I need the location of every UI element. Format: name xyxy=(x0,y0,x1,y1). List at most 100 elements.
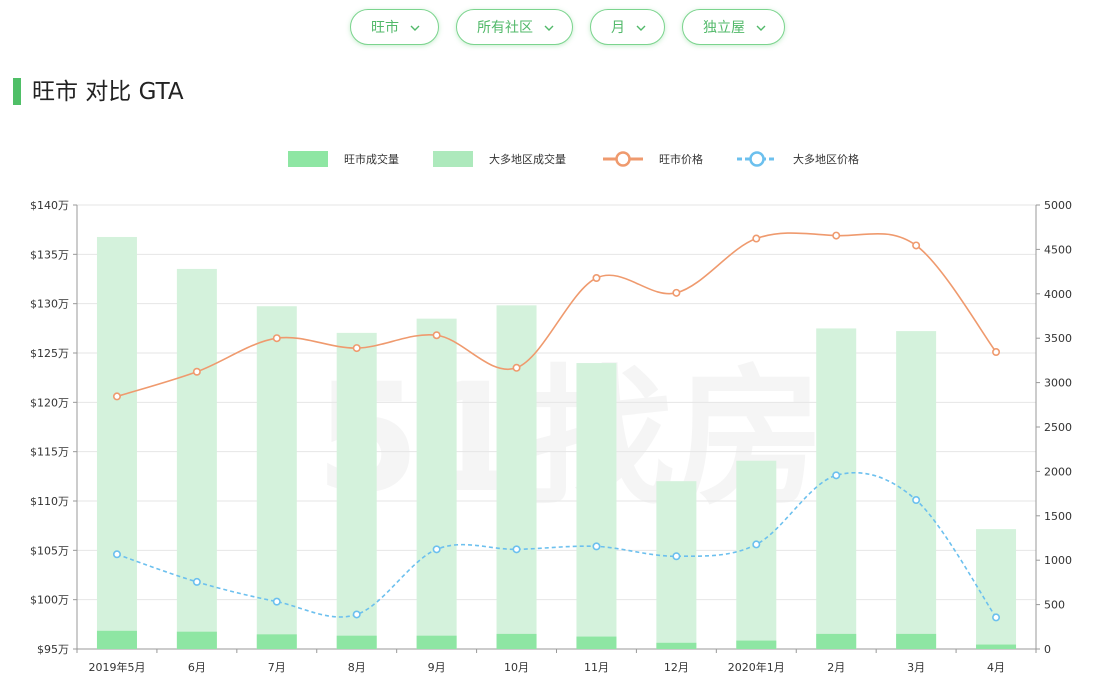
x-tick-label: 11月 xyxy=(584,661,609,674)
x-tick-label: 9月 xyxy=(428,661,446,674)
title-accent-bar xyxy=(13,78,21,105)
bar-local-volume xyxy=(416,635,457,649)
point-local-price xyxy=(352,344,361,353)
city-filter-dropdown[interactable]: 旺市 xyxy=(350,9,439,45)
bar-region-volume xyxy=(576,363,617,649)
bar-local-volume xyxy=(496,633,537,649)
left-tick-label: $110万 xyxy=(30,495,69,508)
legend-marker-region-price xyxy=(749,151,765,167)
point-local-price xyxy=(912,241,921,250)
x-tick-label: 7月 xyxy=(268,661,286,674)
legend-swatch-region-volume xyxy=(433,151,473,167)
community-filter-label: 所有社区 xyxy=(477,20,533,36)
bar-region-volume xyxy=(96,236,137,649)
point-region-price xyxy=(832,471,841,480)
point-local-price xyxy=(512,363,521,372)
x-tick-label: 2020年1月 xyxy=(728,660,785,674)
period-filter-label: 月 xyxy=(611,20,625,36)
left-tick-label: $140万 xyxy=(30,199,69,212)
right-tick-label: 4000 xyxy=(1044,288,1072,301)
chevron-down-icon xyxy=(756,10,766,46)
point-region-price xyxy=(592,542,601,551)
bar-local-volume xyxy=(656,642,697,649)
bar-local-volume xyxy=(816,633,857,649)
right-tick-label: 2500 xyxy=(1044,421,1072,434)
left-tick-label: $135万 xyxy=(30,248,69,261)
legend-label-local-price: 旺市价格 xyxy=(659,152,703,166)
legend-label-local-volume: 旺市成交量 xyxy=(344,152,399,166)
legend-marker-local-price xyxy=(615,151,631,167)
point-region-price xyxy=(512,545,521,554)
bar-local-volume xyxy=(736,640,777,649)
left-tick-label: $105万 xyxy=(30,544,69,557)
point-local-price xyxy=(272,334,281,343)
point-region-price xyxy=(112,550,121,559)
point-local-price xyxy=(432,331,441,340)
bar-local-volume xyxy=(256,634,297,649)
point-region-price xyxy=(752,540,761,549)
left-tick-label: $95万 xyxy=(37,643,69,656)
page-title: 旺市 对比 GTA xyxy=(32,79,184,105)
bar-region-volume xyxy=(176,268,217,649)
point-local-price xyxy=(752,234,761,243)
point-local-price xyxy=(672,288,681,297)
bar-region-volume xyxy=(976,529,1017,649)
community-filter-dropdown[interactable]: 所有社区 xyxy=(456,9,573,45)
city-filter-label: 旺市 xyxy=(371,20,399,36)
point-region-price xyxy=(992,613,1001,622)
chart-legend: 旺市成交量 大多地区成交量 旺市价格 大多地区价格 xyxy=(288,151,859,167)
x-tick-label: 10月 xyxy=(504,661,529,674)
left-tick-label: $125万 xyxy=(30,347,69,360)
point-region-price xyxy=(912,496,921,505)
left-tick-label: $100万 xyxy=(30,594,69,607)
x-tick-label: 12月 xyxy=(664,661,689,674)
x-tick-label: 3月 xyxy=(907,661,925,674)
bar-local-volume xyxy=(976,644,1017,649)
bar-region-volume xyxy=(656,481,697,649)
right-tick-label: 5000 xyxy=(1044,199,1072,212)
point-region-price xyxy=(272,597,281,606)
legend-label-region-volume: 大多地区成交量 xyxy=(489,152,566,166)
chevron-down-icon xyxy=(544,10,554,46)
bar-region-volume xyxy=(336,332,377,649)
right-tick-label: 3000 xyxy=(1044,377,1072,390)
chevron-down-icon xyxy=(636,10,646,46)
bar-region-volume xyxy=(416,318,457,649)
left-tick-label: $120万 xyxy=(30,396,69,409)
chevron-down-icon xyxy=(410,10,420,46)
right-tick-label: 3500 xyxy=(1044,332,1072,345)
x-tick-label: 2019年5月 xyxy=(88,660,145,674)
right-tick-label: 500 xyxy=(1044,599,1065,612)
bar-local-volume xyxy=(176,631,217,649)
right-tick-label: 0 xyxy=(1044,643,1051,656)
point-local-price xyxy=(112,392,121,401)
x-tick-label: 2月 xyxy=(827,661,845,674)
right-tick-label: 1500 xyxy=(1044,510,1072,523)
point-local-price xyxy=(832,231,841,240)
bar-local-volume xyxy=(576,636,617,649)
bar-region-volume xyxy=(736,460,777,649)
period-filter-dropdown[interactable]: 月 xyxy=(590,9,665,45)
point-region-price xyxy=(192,577,201,586)
left-tick-label: $130万 xyxy=(30,298,69,311)
right-tick-label: 1000 xyxy=(1044,554,1072,567)
market-comparison-chart: 51找房 $95万$100万$105万$110万$115万$120万$125万$… xyxy=(30,151,1072,674)
bar-local-volume xyxy=(336,635,377,649)
bar-region-volume xyxy=(256,306,297,649)
right-tick-label: 2000 xyxy=(1044,465,1072,478)
property-type-filter-dropdown[interactable]: 独立屋 xyxy=(682,9,785,45)
x-tick-label: 4月 xyxy=(987,661,1005,674)
bar-local-volume xyxy=(96,630,137,649)
property-type-filter-label: 独立屋 xyxy=(703,20,745,36)
legend-label-region-price: 大多地区价格 xyxy=(793,152,859,166)
filter-bar: 旺市 所有社区 月 独立屋 xyxy=(0,9,1093,47)
point-local-price xyxy=(592,274,601,283)
legend-swatch-local-volume xyxy=(288,151,328,167)
left-tick-label: $115万 xyxy=(30,446,69,459)
point-region-price xyxy=(352,610,361,619)
bar-local-volume xyxy=(896,633,937,649)
point-region-price xyxy=(432,545,441,554)
bar-region-volume xyxy=(816,328,857,649)
point-local-price xyxy=(192,367,201,376)
point-local-price xyxy=(992,348,1001,357)
